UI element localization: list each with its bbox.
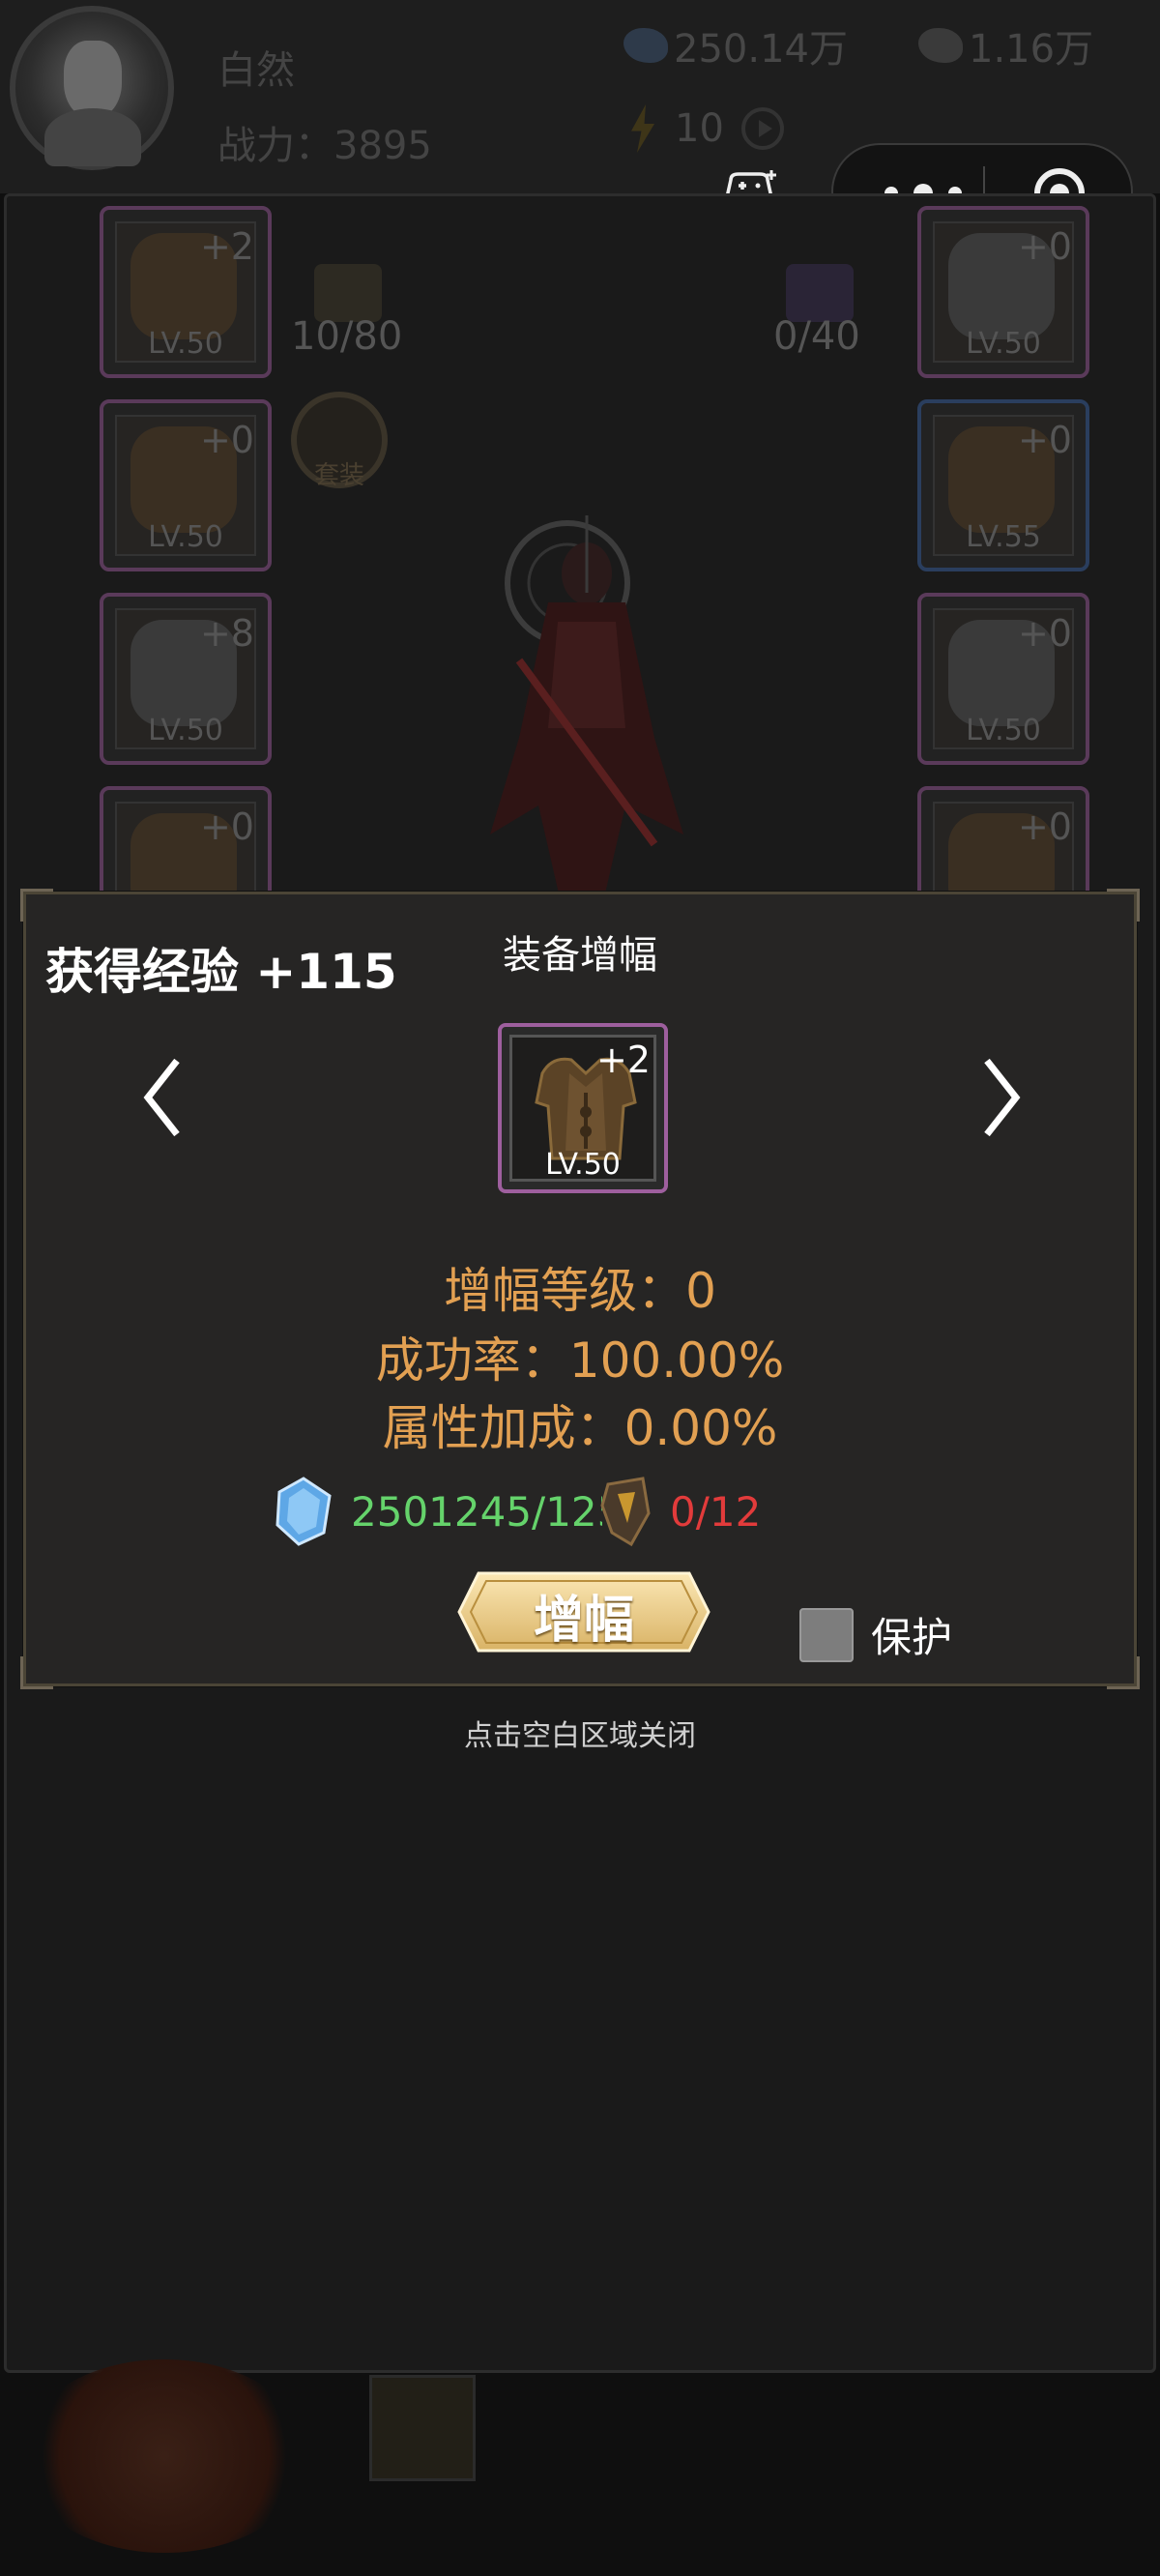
forge-anvil-icon[interactable] [314,264,382,322]
set-bonus-badge[interactable]: 套装 [291,392,388,490]
currency-ore[interactable]: 1.16万 [918,17,1093,73]
enhance-level: +0 [1017,612,1072,655]
frame-corner [1107,1656,1140,1689]
avatar-face [64,41,122,118]
item-level: LV.50 [966,714,1041,747]
enhance-level: +0 [1017,419,1072,461]
stat-label: 增幅等级： [444,1263,686,1319]
energy-value: 10 [675,106,724,151]
crystal-cost-value: 2501245/125 [351,1487,602,1536]
enhance-level: +2 [199,225,254,268]
forge-counter: 10/80 [291,314,403,359]
equip-slot-amulet[interactable]: +0 LV.50 [917,593,1089,765]
protect-checkbox[interactable] [799,1607,854,1662]
enhance-button-label: 增幅 [533,1592,634,1650]
stone-cost: 0/12 [598,1475,761,1548]
stat-value: 0 [685,1263,716,1319]
crystal-icon [624,28,668,63]
equip-slot-armor[interactable]: +2 LV.50 [100,206,272,378]
stat-success-rate: 成功率：100.00% [26,1322,1134,1391]
bottom-orb [19,2359,309,2553]
selected-equipment-slot[interactable]: +2 LV.50 [498,1023,668,1193]
protect-label: 保护 [871,1614,953,1661]
ore-amount: 1.16万 [969,27,1094,72]
enhance-button[interactable]: 增幅 [457,1571,710,1653]
bottom-skill-icon[interactable] [369,2375,476,2481]
item-level: LV.50 [966,327,1041,361]
enhance-level: +0 [1017,225,1072,268]
equip-slot-weapon[interactable]: +8 LV.50 [100,593,272,765]
power-value: 3895 [334,124,432,168]
next-item-arrow-icon[interactable] [973,1049,1031,1146]
item-level: LV.50 [148,714,223,747]
gem-badge-icon[interactable] [786,264,854,322]
frame-corner [20,889,53,922]
enhance-stone-icon [600,1477,651,1547]
crystal-cost: 2501245/125 [270,1475,602,1548]
stat-label: 成功率： [375,1332,569,1389]
player-avatar[interactable] [10,6,174,170]
enhance-level: +2 [595,1039,651,1081]
exp-gain-toast: 获得经验 +115 [45,944,397,1000]
enhance-level: +8 [199,612,254,655]
stat-enhance-level: 增幅等级：0 [26,1252,1134,1322]
close-hint[interactable]: 点击空白区域关闭 [0,1712,1160,1754]
item-level: LV.50 [148,520,223,554]
protect-option[interactable]: 保护 [799,1605,952,1664]
currency-crystal[interactable]: 250.14万 [624,17,848,73]
avatar-body [44,108,141,166]
enhance-level: +0 [199,805,254,848]
stat-label: 属性加成： [382,1400,624,1456]
player-name: 白然 [218,48,295,93]
energy: 10 [628,104,784,153]
equip-slot-boots[interactable]: +0 LV.55 [917,399,1089,571]
gem-counter: 0/40 [773,314,860,359]
enhance-level: +0 [199,419,254,461]
power-label: 战力： [218,124,334,168]
stone-cost-value: 0/12 [670,1487,762,1536]
set-bonus-label: 套装 [313,461,364,490]
frame-corner [1107,889,1140,922]
stat-value: 100.00% [568,1332,785,1389]
ore-icon [918,28,963,63]
lightning-icon [631,104,654,153]
play-video-icon[interactable] [740,107,784,150]
equip-slot-helmet[interactable]: +0 LV.50 [100,399,272,571]
prev-item-arrow-icon[interactable] [132,1049,190,1146]
enhance-modal: 装备增幅 获得经验 +115 +2 LV.50 增幅等级：0 成功率：100.0… [20,889,1140,1689]
stat-value: 0.00% [624,1400,778,1456]
crystal-amount: 250.14万 [674,27,848,72]
equip-slot-gauntlet[interactable]: +0 LV.50 [917,206,1089,378]
blue-crystal-icon [276,1477,332,1546]
item-level: LV.50 [545,1148,621,1182]
item-level: LV.50 [148,327,223,361]
combat-power: 战力：3895 [218,114,432,170]
stat-attribute-bonus: 属性加成：0.00% [26,1390,1134,1459]
enhance-level: +0 [1017,805,1072,848]
item-level: LV.55 [966,520,1041,554]
frame-corner [20,1656,53,1689]
